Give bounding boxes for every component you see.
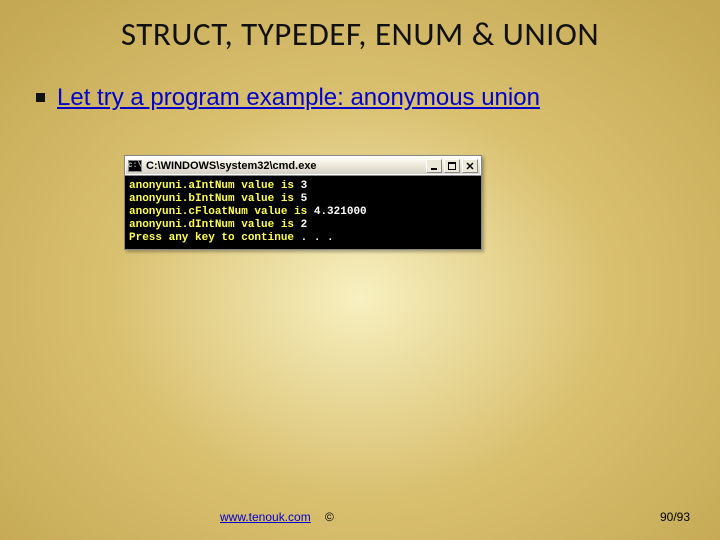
example-link[interactable]: Let try a program example: anonymous uni… bbox=[57, 84, 540, 112]
output-line: anonyuni.dIntNum value is 2 bbox=[129, 219, 475, 232]
close-icon bbox=[466, 162, 474, 170]
close-button[interactable] bbox=[462, 159, 478, 173]
slide-title: STRUCT, TYPEDEF, ENUM & UNION bbox=[0, 0, 720, 54]
page-number: 90/93 bbox=[660, 510, 690, 524]
copyright-text: © bbox=[325, 510, 334, 524]
window-controls bbox=[426, 159, 478, 173]
titlebar: c:\ C:\WINDOWS\system32\cmd.exe bbox=[125, 156, 481, 175]
console-output: anonyuni.aIntNum value is 3 anonyuni.bIn… bbox=[125, 175, 481, 249]
minimize-button[interactable] bbox=[426, 159, 442, 173]
cmd-window: c:\ C:\WINDOWS\system32\cmd.exe anonyuni… bbox=[124, 155, 482, 250]
maximize-button[interactable] bbox=[444, 159, 460, 173]
minimize-icon bbox=[430, 162, 438, 170]
output-line: Press any key to continue . . . bbox=[129, 232, 475, 245]
window-title: C:\WINDOWS\system32\cmd.exe bbox=[146, 160, 426, 172]
output-line: anonyuni.aIntNum value is 3 bbox=[129, 180, 475, 193]
maximize-icon bbox=[448, 162, 456, 170]
output-line: anonyuni.cFloatNum value is 4.321000 bbox=[129, 206, 475, 219]
output-line: anonyuni.bIntNum value is 5 bbox=[129, 193, 475, 206]
cmd-icon: c:\ bbox=[128, 160, 142, 172]
footer-link[interactable]: www.tenouk.com bbox=[220, 510, 311, 524]
square-bullet-icon bbox=[36, 93, 45, 102]
bullet-row: Let try a program example: anonymous uni… bbox=[36, 84, 720, 112]
